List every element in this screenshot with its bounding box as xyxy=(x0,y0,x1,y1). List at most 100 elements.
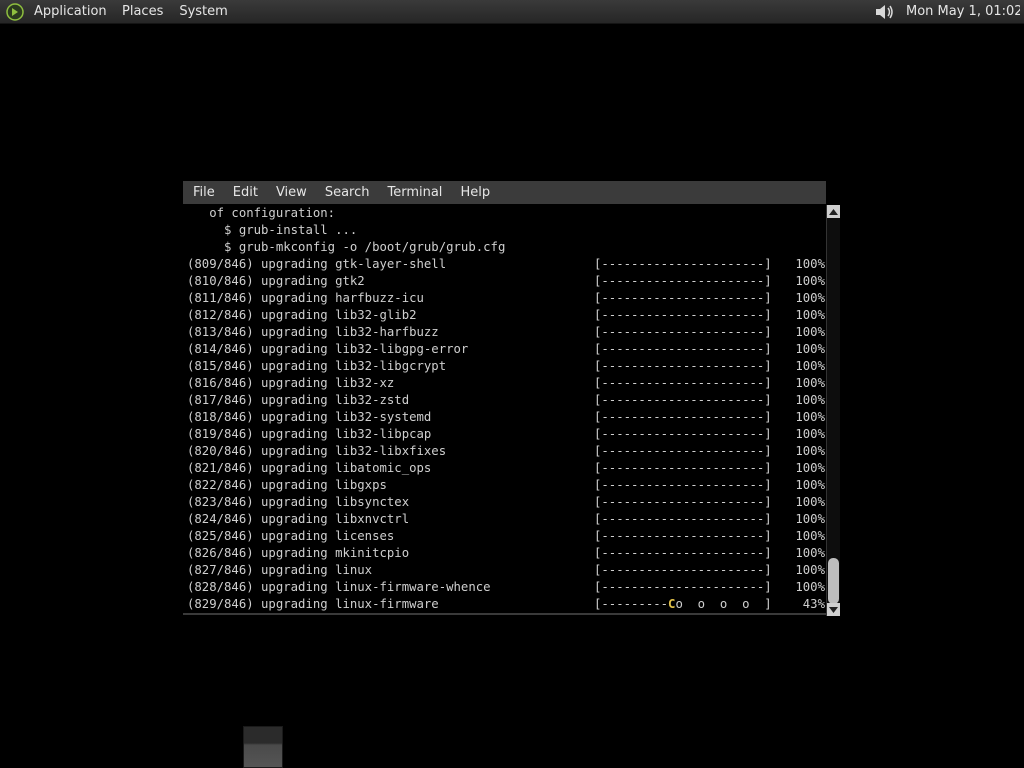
progress-bar: [----------------------] xyxy=(594,563,772,577)
progress-percent: 100% xyxy=(795,393,825,407)
scroll-thumb[interactable] xyxy=(828,558,839,604)
upgrade-line: (823/846) upgrading libsynctex [---------… xyxy=(187,494,825,511)
panel-right: Mon May 1, 01:02 xyxy=(874,0,1020,24)
upgrade-line: (826/846) upgrading mkinitcpio [---------… xyxy=(187,545,825,562)
progress-bar: [----------------------] xyxy=(594,478,772,492)
progress-percent: 43% xyxy=(802,597,825,611)
top-panel: Applications Places System Mon May 1, 01… xyxy=(0,0,1024,24)
scroll-up-button[interactable] xyxy=(827,205,840,218)
progress-bar: [----------------------] xyxy=(594,393,772,407)
progress-bar: [----------------------] xyxy=(594,427,772,441)
menu-file[interactable]: File xyxy=(193,181,215,204)
taskbar-window-button[interactable] xyxy=(243,726,283,768)
progress-percent: 100% xyxy=(795,478,825,492)
arrow-down-icon xyxy=(829,606,838,613)
upgrade-line: (809/846) upgrading gtk-layer-shell [----… xyxy=(187,256,825,273)
package-status: (827/846) upgrading linux xyxy=(187,563,373,577)
package-status: (824/846) upgrading libxnvctrl xyxy=(187,512,410,526)
progress-bar-remaining: o o o o ] xyxy=(675,597,772,611)
volume-icon[interactable] xyxy=(874,2,896,22)
progress-bar: [---------Co o o o ] xyxy=(594,596,772,613)
progress-percent: 100% xyxy=(795,291,825,305)
progress-percent: 100% xyxy=(795,308,825,322)
terminal-output[interactable]: of configuration: $ grub-install ... $ g… xyxy=(183,205,826,613)
package-status: (823/846) upgrading libsynctex xyxy=(187,495,410,509)
progress-bar: [----------------------] xyxy=(594,257,772,271)
package-status: (826/846) upgrading mkinitcpio xyxy=(187,546,410,560)
progress-bar: [----------------------] xyxy=(594,529,772,543)
arrow-up-icon xyxy=(829,208,838,215)
package-status: (811/846) upgrading harfbuzz-icu xyxy=(187,291,424,305)
panel-left: Applications Places System xyxy=(6,0,244,24)
menu-search[interactable]: Search xyxy=(325,181,370,204)
menu-edit[interactable]: Edit xyxy=(233,181,258,204)
progress-bar: [----------------------] xyxy=(594,461,772,475)
progress-bar: [----------------------] xyxy=(594,274,772,288)
current-upgrade-line: (829/846) upgrading linux-firmware [-----… xyxy=(187,596,825,613)
progress-bar: [----------------------] xyxy=(594,376,772,390)
progress-percent: 100% xyxy=(795,427,825,441)
upgrade-line: (820/846) upgrading lib32-libxfixes [----… xyxy=(187,443,825,460)
progress-percent: 100% xyxy=(795,580,825,594)
package-status: (813/846) upgrading lib32-harfbuzz xyxy=(187,325,439,339)
progress-bar: [----------------------] xyxy=(594,359,772,373)
package-status: (817/846) upgrading lib32-zstd xyxy=(187,393,410,407)
terminal-window: File Edit View Search Terminal Help of c… xyxy=(183,181,840,616)
upgrade-line: (819/846) upgrading lib32-libpcap [------… xyxy=(187,426,825,443)
package-status: (814/846) upgrading lib32-libgpg-error xyxy=(187,342,469,356)
package-status: (816/846) upgrading lib32-xz xyxy=(187,376,395,390)
progress-percent: 100% xyxy=(795,461,825,475)
scrollbar[interactable] xyxy=(826,205,840,616)
output-line: of configuration: xyxy=(187,206,336,220)
progress-percent: 100% xyxy=(795,376,825,390)
package-status: (828/846) upgrading linux-firmware-whenc… xyxy=(187,580,491,594)
upgrade-line: (816/846) upgrading lib32-xz [-----------… xyxy=(187,375,825,392)
progress-bar: [----------------------] xyxy=(594,410,772,424)
distro-logo-icon[interactable] xyxy=(6,3,24,21)
package-status: (815/846) upgrading lib32-libgcrypt xyxy=(187,359,447,373)
menu-help[interactable]: Help xyxy=(460,181,490,204)
package-status: (810/846) upgrading gtk2 xyxy=(187,274,365,288)
progress-bar: [----------------------] xyxy=(594,444,772,458)
menu-terminal[interactable]: Terminal xyxy=(387,181,442,204)
progress-bar: [----------------------] xyxy=(594,512,772,526)
upgrade-line: (828/846) upgrading linux-firmware-whenc… xyxy=(187,579,825,596)
upgrade-line: (813/846) upgrading lib32-harfbuzz [-----… xyxy=(187,324,825,341)
progress-percent: 100% xyxy=(795,495,825,509)
upgrade-line: (822/846) upgrading libgxps [------------… xyxy=(187,477,825,494)
progress-bar: [----------------------] xyxy=(594,342,772,356)
progress-percent: 100% xyxy=(795,274,825,288)
upgrade-line: (827/846) upgrading linux [--------------… xyxy=(187,562,825,579)
output-line: $ grub-install ... xyxy=(187,223,358,237)
upgrade-line: (821/846) upgrading libatomic_ops [------… xyxy=(187,460,825,477)
progress-bar: [----------------------] xyxy=(594,308,772,322)
progress-percent: 100% xyxy=(795,563,825,577)
places-menu[interactable]: Places xyxy=(122,0,163,24)
package-status: (819/846) upgrading lib32-libpcap xyxy=(187,427,432,441)
package-status: (818/846) upgrading lib32-systemd xyxy=(187,410,432,424)
progress-bar-done: [--------- xyxy=(594,597,669,611)
package-status: (820/846) upgrading lib32-libxfixes xyxy=(187,444,447,458)
progress-bar: [----------------------] xyxy=(594,291,772,305)
progress-bar: [----------------------] xyxy=(594,495,772,509)
applications-menu[interactable]: Applications xyxy=(34,0,106,24)
scroll-down-button[interactable] xyxy=(827,603,840,616)
progress-percent: 100% xyxy=(795,359,825,373)
package-status: (812/846) upgrading lib32-glib2 xyxy=(187,308,417,322)
upgrade-line: (814/846) upgrading lib32-libgpg-error [-… xyxy=(187,341,825,358)
menu-view[interactable]: View xyxy=(276,181,307,204)
system-menu[interactable]: System xyxy=(179,0,227,24)
package-status: (829/846) upgrading linux-firmware xyxy=(187,597,439,611)
progress-percent: 100% xyxy=(795,410,825,424)
package-status: (825/846) upgrading licenses xyxy=(187,529,395,543)
upgrade-line: (810/846) upgrading gtk2 [---------------… xyxy=(187,273,825,290)
package-status: (809/846) upgrading gtk-layer-shell xyxy=(187,257,447,271)
upgrade-line: (818/846) upgrading lib32-systemd [------… xyxy=(187,409,825,426)
upgrade-line: (817/846) upgrading lib32-zstd [---------… xyxy=(187,392,825,409)
clock[interactable]: Mon May 1, 01:02 xyxy=(906,0,1020,24)
progress-bar: [----------------------] xyxy=(594,546,772,560)
package-status: (821/846) upgrading libatomic_ops xyxy=(187,461,432,475)
output-line: $ grub-mkconfig -o /boot/grub/grub.cfg xyxy=(187,240,506,254)
terminal-bottom-border xyxy=(183,613,826,615)
progress-bar: [----------------------] xyxy=(594,325,772,339)
